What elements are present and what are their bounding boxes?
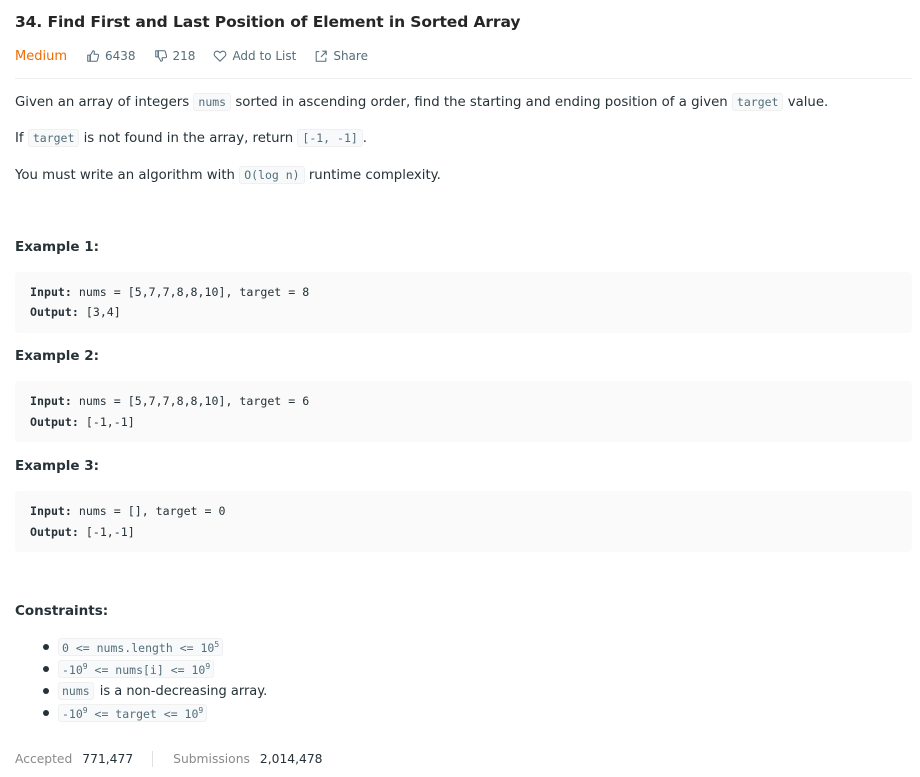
- constraint-code: nums: [58, 682, 94, 700]
- dislike-count: 218: [172, 49, 196, 63]
- output-label: Output:: [30, 525, 79, 539]
- share-icon: [315, 50, 328, 62]
- bullet: [43, 688, 49, 694]
- like-button[interactable]: 6438: [86, 49, 136, 63]
- share-button[interactable]: Share: [314, 49, 368, 63]
- output-label: Output:: [30, 305, 79, 319]
- constraint-item: 0 <= nums.length <= 105: [43, 636, 267, 658]
- constraint-exponent: 9: [205, 661, 211, 671]
- add-to-list-button[interactable]: Add to List: [213, 49, 296, 63]
- example-code-block: Input: nums = [5,7,7,8,8,10], target = 6…: [15, 381, 912, 442]
- constraints-heading: Constraints:: [15, 603, 109, 619]
- share-label: Share: [333, 49, 368, 63]
- heart-icon: [214, 50, 227, 62]
- example-input-line: Input: nums = [], target = 0: [30, 504, 225, 518]
- input-value: nums = [], target = 0: [71, 504, 226, 518]
- description-paragraph-3: You must write an algorithm with O(log n…: [15, 166, 441, 184]
- constraint-text: 0 <= nums.length <= 10: [62, 640, 215, 655]
- thumbs-up-icon: [87, 50, 100, 62]
- input-value: nums = [5,7,7,8,8,10], target = 6: [71, 394, 310, 408]
- description-text: Given an array of integers: [15, 95, 194, 110]
- add-to-list-label: Add to List: [232, 49, 297, 63]
- like-count: 6438: [104, 49, 136, 63]
- constraint-item: nums is a non-decreasing array.: [43, 680, 267, 702]
- input-label: Input:: [30, 504, 72, 518]
- output-value: [3,4]: [78, 305, 121, 319]
- description-text: You must write an algorithm with: [15, 168, 240, 183]
- inline-code: O(log n): [239, 166, 305, 184]
- inline-code: target: [731, 93, 784, 111]
- difficulty-badge: Medium: [15, 48, 67, 64]
- constraint-text: is a non-decreasing array.: [99, 683, 268, 699]
- output-value: [-1,-1]: [78, 415, 135, 429]
- input-value: nums = [5,7,7,8,8,10], target = 8: [71, 285, 310, 299]
- example-heading: Example 2:: [15, 348, 100, 364]
- inline-code: [-1, -1]: [297, 129, 363, 147]
- description-paragraph-2: If target is not found in the array, ret…: [15, 129, 368, 147]
- constraints-list: 0 <= nums.length <= 105 -10 9 <= nums[i] …: [43, 636, 267, 724]
- problem-meta-bar: Medium 6438 218 Add to List Share: [15, 46, 386, 66]
- example-heading: Example 3:: [15, 458, 100, 474]
- constraint-item: -109 <= nums[i] <= 109: [43, 658, 267, 680]
- description-text: runtime complexity.: [304, 168, 441, 183]
- description-paragraph-1: Given an array of integers nums sorted i…: [15, 93, 829, 111]
- input-label: Input:: [30, 394, 72, 408]
- example-code-block: Input: nums = [], target = 0 Output: [-1…: [15, 491, 912, 552]
- example-output-line: Output: [3,4]: [30, 305, 121, 319]
- problem-title: 34. Find First and Last Position of Elem…: [15, 13, 521, 31]
- bullet: [43, 644, 49, 650]
- description-text: value.: [783, 95, 829, 110]
- submissions-label: Submissions: [173, 752, 250, 766]
- thumbs-down-icon: [154, 50, 167, 62]
- example-output-line: Output: [-1,-1]: [30, 415, 135, 429]
- constraint-code: -109 <= nums[i] <= 109: [58, 659, 215, 679]
- output-value: [-1,-1]: [78, 525, 135, 539]
- constraint-text: <= target <= 10: [87, 706, 199, 721]
- inline-code: target: [27, 129, 80, 147]
- constraint-text: -10: [62, 662, 83, 677]
- inline-code: nums: [193, 93, 232, 111]
- constraint-item: -109 <= target <= 109: [43, 702, 267, 724]
- constraint-exponent: 5: [214, 639, 220, 649]
- bullet: [43, 710, 49, 716]
- bullet: [43, 666, 49, 672]
- output-label: Output:: [30, 415, 79, 429]
- description-text: .: [362, 131, 368, 146]
- input-label: Input:: [30, 285, 72, 299]
- description-text: If: [15, 131, 28, 146]
- description-text: is not found in the array, return: [79, 131, 298, 146]
- constraint-text: -10: [62, 706, 83, 721]
- constraint-code: 0 <= nums.length <= 105: [58, 637, 224, 657]
- dislike-button[interactable]: 218: [154, 49, 196, 63]
- example-input-line: Input: nums = [5,7,7,8,8,10], target = 6: [30, 394, 309, 408]
- accepted-value: 771,477: [82, 752, 134, 766]
- example-code-block: Input: nums = [5,7,7,8,8,10], target = 8…: [15, 272, 912, 333]
- constraint-text: <= nums[i] <= 10: [87, 662, 206, 677]
- example-input-line: Input: nums = [5,7,7,8,8,10], target = 8: [30, 285, 309, 299]
- example-heading: Example 1:: [15, 239, 100, 255]
- submission-stats: Accepted 771,477 Submissions 2,014,478: [15, 751, 342, 767]
- description-text: sorted in ascending order, find the star…: [231, 95, 732, 110]
- constraint-code: -109 <= target <= 109: [58, 703, 208, 723]
- stats-divider: [152, 751, 154, 767]
- example-output-line: Output: [-1,-1]: [30, 525, 135, 539]
- accepted-label: Accepted: [15, 752, 73, 766]
- submissions-value: 2,014,478: [259, 752, 323, 766]
- header-divider: [15, 78, 912, 79]
- constraint-exponent: 9: [198, 705, 204, 715]
